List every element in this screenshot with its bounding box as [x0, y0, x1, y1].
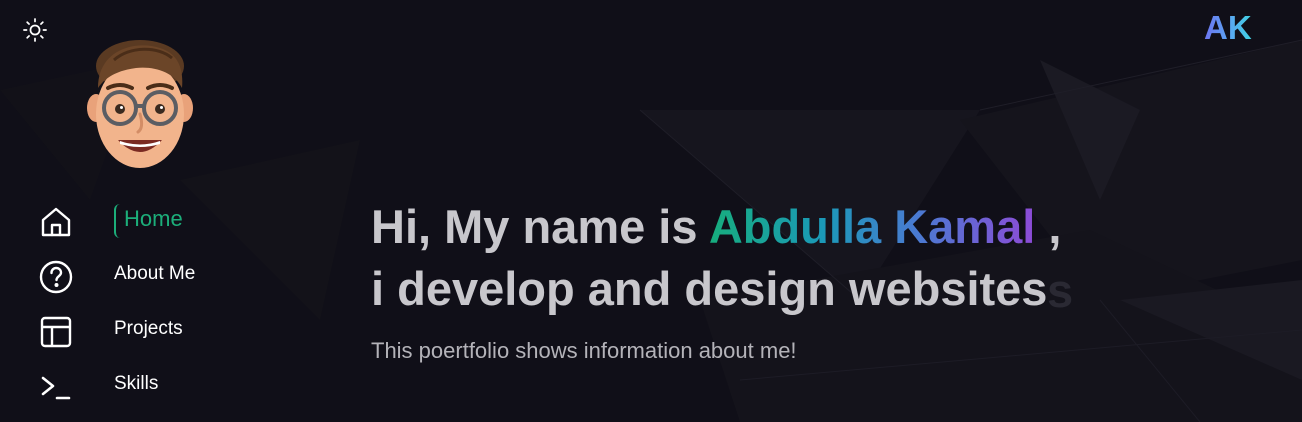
- typing-ghost-text: s: [1047, 264, 1074, 317]
- hero-subtitle: This poertfolio shows information about …: [371, 338, 797, 363]
- site-logo[interactable]: AK: [1204, 8, 1252, 48]
- theme-toggle-button[interactable]: [20, 16, 50, 44]
- sidebar-item-label: Skills: [114, 373, 159, 394]
- hero-heading-line-1: Hi, My name is Abdulla Kamal ,: [371, 196, 1271, 258]
- active-indicator: [114, 204, 122, 238]
- question-circle-icon: [39, 260, 73, 294]
- hero-heading-line-2: s i develop and design websites: [371, 258, 1271, 320]
- portfolio-page: AK Home About Me Projects Skills Hi, My …: [0, 0, 1302, 422]
- sun-icon: [23, 18, 47, 42]
- tagline-text: i develop and design websites: [371, 262, 1048, 315]
- hero-name: Abdulla Kamal: [708, 200, 1036, 253]
- sidebar-item-label: Projects: [114, 318, 183, 339]
- sidebar-item-skills[interactable]: Skills: [0, 361, 300, 411]
- layout-icon: [40, 316, 72, 348]
- home-icon: [41, 207, 71, 237]
- sidebar-item-projects[interactable]: Projects: [0, 306, 300, 356]
- comma-text: ,: [1035, 200, 1062, 253]
- sidebar-item-about-me[interactable]: About Me: [0, 251, 300, 301]
- sidebar-item-label: Home: [124, 206, 183, 231]
- greeting-text: Hi, My name is: [371, 200, 709, 253]
- sidebar-item-label: About Me: [114, 263, 196, 284]
- sidebar-item-home[interactable]: Home: [0, 196, 300, 246]
- avatar: [87, 40, 193, 168]
- hero-section: Hi, My name is Abdulla Kamal , s i devel…: [371, 196, 1271, 364]
- terminal-icon: [41, 376, 71, 400]
